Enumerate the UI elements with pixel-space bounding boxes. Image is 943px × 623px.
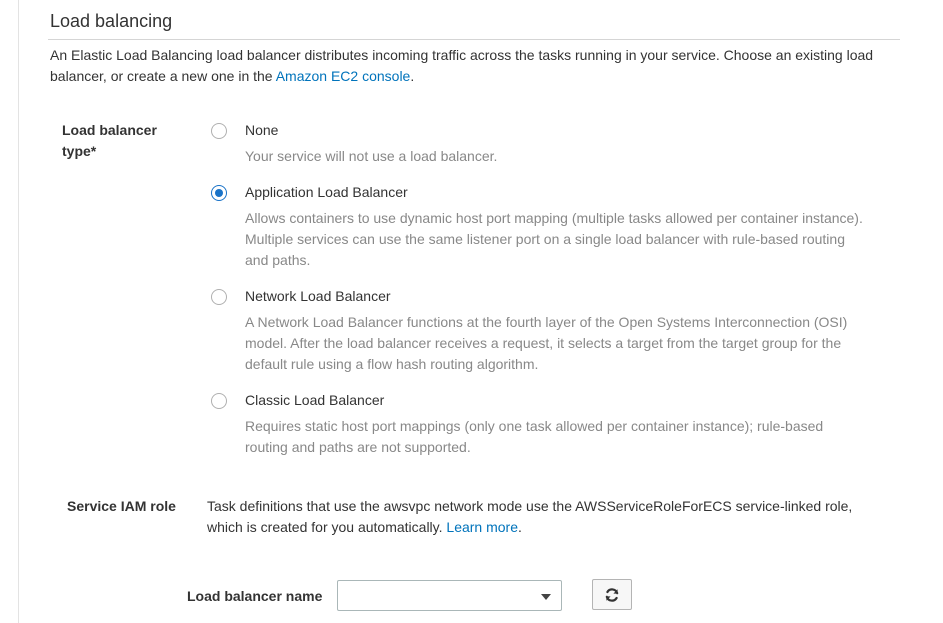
section-divider [48,39,900,40]
radio-desc-classic: Requires static host port mappings (only… [245,418,824,455]
lb-option-classic: Classic Load Balancer Requires static ho… [211,390,871,458]
radio-desc-none: Your service will not use a load balance… [245,148,498,164]
radio-label-none: None [245,122,279,138]
load-balancing-panel: Load balancing An Elastic Load Balancing… [18,0,943,623]
refresh-icon [605,587,619,602]
lb-option-application: Application Load Balancer Allows contain… [211,182,871,271]
radio-desc-network: A Network Load Balancer functions at the… [245,314,848,372]
iam-end: . [518,519,522,535]
lb-option-network: Network Load Balancer A Network Load Bal… [211,286,871,375]
lb-option-application-row[interactable]: Application Load Balancer [211,182,871,203]
service-iam-role-label: Service IAM role [67,498,176,514]
section-intro: An Elastic Load Balancing load balancer … [50,45,900,87]
radio-classic[interactable] [211,392,227,409]
radio-label-application: Application Load Balancer [245,184,408,200]
load-balancer-type-label: Load balancer type* [62,122,157,159]
lb-option-classic-row[interactable]: Classic Load Balancer [211,390,871,411]
load-balancer-name-select[interactable] [337,580,562,611]
radio-desc-application: Allows containers to use dynamic host po… [245,210,863,268]
learn-more-link[interactable]: Learn more [446,519,518,535]
lb-option-none-row[interactable]: None [211,120,871,141]
refresh-button[interactable] [592,579,632,610]
radio-network[interactable] [211,288,227,305]
radio-application[interactable] [211,184,227,201]
ec2-console-link[interactable]: Amazon EC2 console [276,68,411,84]
load-balancer-name-label: Load balancer name [187,588,323,604]
service-iam-role-text: Task definitions that use the awsvpc net… [207,496,867,538]
lb-option-none: None Your service will not use a load ba… [211,120,871,167]
chevron-down-icon [541,594,551,600]
intro-text: An Elastic Load Balancing load balancer … [50,47,874,84]
iam-text: Task definitions that use the awsvpc net… [207,498,853,535]
section-title: Load balancing [50,11,173,31]
radio-label-classic: Classic Load Balancer [245,392,385,408]
intro-end: . [410,68,415,84]
radio-label-network: Network Load Balancer [245,288,391,304]
radio-none[interactable] [211,122,227,139]
lb-option-network-row[interactable]: Network Load Balancer [211,286,871,307]
